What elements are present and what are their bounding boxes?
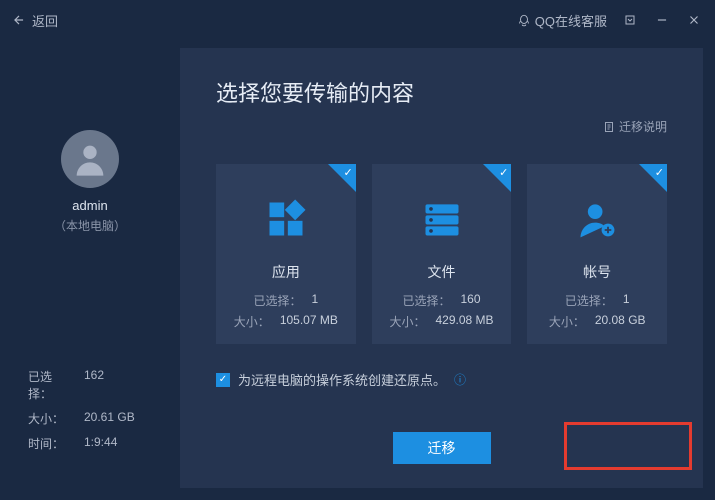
stat-size: 大小： 20.61 GB xyxy=(28,410,180,427)
info-icon[interactable]: ⓘ xyxy=(454,371,466,388)
close-button[interactable] xyxy=(685,11,703,29)
migrate-button[interactable]: 迁移 xyxy=(393,432,491,464)
back-button[interactable]: 返回 xyxy=(12,11,58,30)
qq-icon xyxy=(517,13,531,27)
help-label: 迁移说明 xyxy=(619,118,667,135)
username: admin xyxy=(72,198,107,213)
apps-icon xyxy=(264,197,308,241)
dropdown-button[interactable] xyxy=(621,11,639,29)
main-panel: 选择您要传输的内容 迁移说明 ✓ 应用 已选择：1 大小：105.07 MB ✓ xyxy=(180,48,703,488)
avatar xyxy=(61,130,119,188)
chevron-down-icon xyxy=(624,14,636,26)
titlebar: 返回 QQ在线客服 xyxy=(0,0,715,40)
card-title: 文件 xyxy=(428,262,456,282)
restore-point-checkbox[interactable]: ✓ xyxy=(216,373,230,387)
card-title: 应用 xyxy=(272,262,300,282)
page-title: 选择您要传输的内容 xyxy=(216,76,667,108)
check-icon: ✓ xyxy=(343,166,352,179)
account-icon xyxy=(575,197,619,241)
card-title: 帐号 xyxy=(583,262,611,282)
user-icon xyxy=(70,139,110,179)
close-icon xyxy=(687,13,701,27)
qq-support-link[interactable]: QQ在线客服 xyxy=(517,11,607,30)
check-icon: ✓ xyxy=(499,166,508,179)
card-accounts[interactable]: ✓ 帐号 已选择：1 大小：20.08 GB xyxy=(527,164,667,344)
stat-time: 时间： 1:9:44 xyxy=(28,435,180,452)
check-icon: ✓ xyxy=(655,166,664,179)
card-apps[interactable]: ✓ 应用 已选择：1 大小：105.07 MB xyxy=(216,164,356,344)
restore-point-row: ✓ 为远程电脑的操作系统创建还原点。 ⓘ xyxy=(216,370,667,389)
stat-selected: 已选择： 162 xyxy=(28,368,180,402)
sidebar-stats: 已选择： 162 大小： 20.61 GB 时间： 1:9:44 xyxy=(0,368,180,460)
arrow-left-icon xyxy=(12,13,26,27)
files-icon xyxy=(420,197,464,241)
back-label: 返回 xyxy=(32,11,58,30)
sidebar: admin （本地电脑） 已选择： 162 大小： 20.61 GB 时间： 1… xyxy=(0,40,180,500)
minimize-icon xyxy=(655,13,669,27)
qq-label: QQ在线客服 xyxy=(535,11,607,30)
card-files[interactable]: ✓ 文件 已选择：160 大小：429.08 MB xyxy=(372,164,512,344)
doc-icon xyxy=(603,121,615,133)
host-label: （本地电脑） xyxy=(54,217,126,234)
help-link[interactable]: 迁移说明 xyxy=(603,118,667,135)
minimize-button[interactable] xyxy=(653,11,671,29)
restore-point-label: 为远程电脑的操作系统创建还原点。 xyxy=(238,370,446,389)
